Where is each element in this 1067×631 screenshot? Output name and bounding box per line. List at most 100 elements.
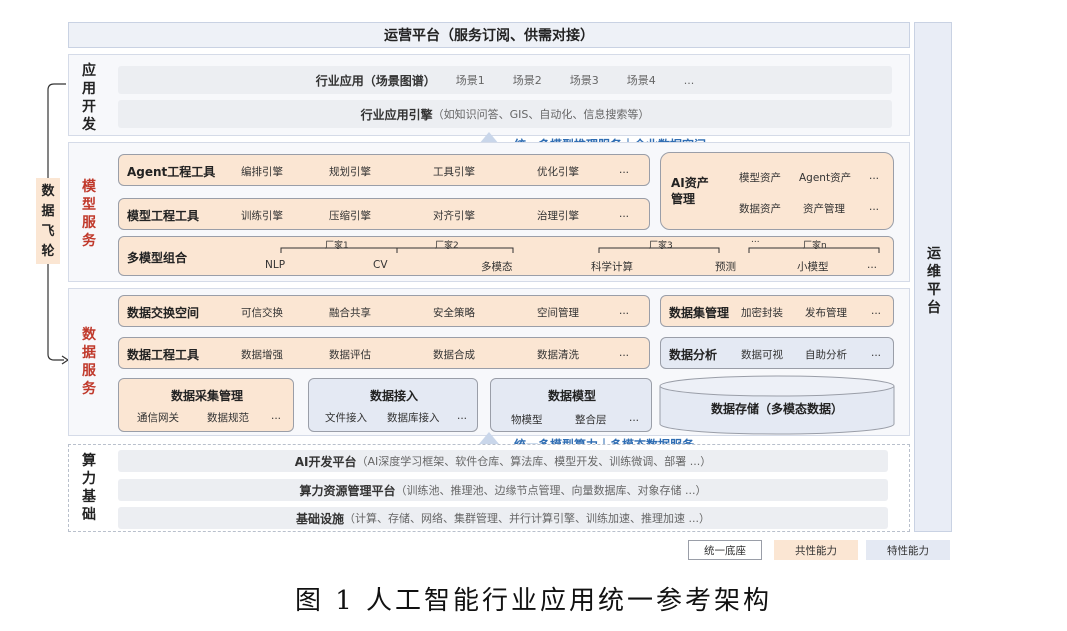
dmodel-title: 数据模型	[547, 389, 596, 403]
ai-dev-platform-desc: （AI深度学习框架、软件仓库、算法库、模型开发、训练微调、部署 ...）	[356, 455, 712, 468]
flywheel-char: 数	[41, 184, 55, 199]
scene-item: 场景4	[626, 74, 656, 87]
analysis-item: 数据可视	[741, 349, 783, 361]
asset-item: 数据资产	[739, 203, 781, 215]
dmodel-item: ...	[629, 412, 640, 424]
app-dev-char: 发	[82, 117, 96, 133]
ai-dev-platform-title: AI开发平台	[294, 454, 357, 469]
data-flywheel-label: 数 据 飞 轮	[36, 178, 60, 264]
app-dev-char: 应	[82, 63, 96, 79]
multi-model-combination: 多模型组合 厂家1 厂家2 厂家3 ... 厂家n NLP CV 多模态 科学计…	[118, 235, 894, 276]
asset-item: ...	[869, 201, 880, 213]
data-analysis: 数据分析 数据可视 自助分析 ...	[660, 337, 894, 369]
multi-item: 小模型	[797, 261, 829, 273]
figure-caption: 图 1 人工智能行业应用统一参考架构	[294, 586, 773, 616]
ai-asset-management: AI资产 管理 模型资产 Agent资产 ... 数据资产 资产管理 ...	[660, 152, 894, 230]
operation-platform-bar: 运营平台（服务订阅、供需对接）	[68, 22, 910, 48]
agent-item: 工具引擎	[433, 166, 475, 178]
scene-item: 场景3	[569, 74, 599, 87]
engineering-item: 数据清洗	[537, 349, 579, 361]
industry-engine-desc: （如知识问答、GIS、自动化、信息搜索等）	[432, 108, 650, 121]
dmodel-item: 物模型	[511, 414, 543, 426]
flywheel-char: 据	[41, 204, 55, 219]
infrastructure-desc: （计算、存储、网络、集群管理、并行计算引擎、训练加速、推理加速 ...）	[344, 512, 710, 525]
compute-resource-row: 算力资源管理平台 （训练池、推理池、边缘节点管理、向量数据库、对象存储 ...）	[118, 479, 888, 501]
app-dev-char: 用	[82, 81, 96, 97]
model-item: 压缩引擎	[329, 210, 371, 222]
access-item: ...	[457, 410, 468, 422]
access-title: 数据接入	[369, 389, 418, 403]
ai-asset-title-line: 管理	[671, 192, 696, 206]
collect-item: ...	[271, 410, 282, 422]
multi-item: NLP	[265, 259, 286, 271]
exchange-item: ...	[619, 305, 630, 317]
data-model: 数据模型 物模型 整合层 ...	[490, 378, 652, 432]
industry-engine-row: 行业应用引擎 （如知识问答、GIS、自动化、信息搜索等）	[118, 100, 892, 128]
legend-common-capability: 共性能力	[774, 540, 858, 560]
multi-item: 预测	[715, 261, 736, 273]
engineering-item: 数据增强	[241, 349, 283, 361]
vendor-label: 厂家n	[803, 241, 827, 251]
model-char: 服	[82, 215, 96, 231]
agent-item: 优化引擎	[537, 166, 579, 178]
engineering-item: 数据评估	[329, 349, 371, 361]
data-char: 务	[82, 381, 96, 397]
vendor-label: ...	[751, 235, 760, 245]
data-char: 服	[82, 363, 96, 379]
engineering-item: 数据合成	[433, 349, 475, 361]
multi-item: 多模态	[481, 261, 513, 273]
multi-item: ...	[867, 259, 878, 271]
flywheel-char: 飞	[41, 224, 55, 239]
model-item: 治理引擎	[537, 210, 579, 222]
model-tools-title: 模型工程工具	[127, 209, 200, 223]
exchange-item: 安全策略	[433, 307, 475, 319]
ops-char: 运	[927, 246, 941, 262]
ops-char: 维	[927, 264, 941, 280]
infrastructure-row: 基础设施 （计算、存储、网络、集群管理、并行计算引擎、训练加速、推理加速 ...…	[118, 507, 888, 529]
access-item: 文件接入	[325, 412, 367, 424]
exchange-item: 可信交换	[241, 307, 283, 319]
collect-item: 通信网关	[137, 412, 179, 424]
analysis-title: 数据分析	[669, 348, 718, 362]
ai-asset-title: AI资产 管理	[671, 175, 709, 207]
ops-platform-bar: 运 维 平 台	[914, 22, 952, 532]
asset-item: 资产管理	[803, 203, 845, 215]
scene-item: 场景1	[455, 74, 485, 87]
compute-char: 算	[82, 453, 96, 469]
legend-label: 统一底座	[704, 544, 746, 557]
ops-platform-label: 运 维 平 台	[915, 245, 953, 317]
engineering-item: ...	[619, 347, 630, 359]
agent-item: 规划引擎	[329, 166, 371, 178]
legend-label: 特性能力	[887, 544, 929, 557]
compute-char: 力	[82, 471, 96, 487]
data-char: 数	[82, 327, 96, 343]
collect-title: 数据采集管理	[170, 389, 243, 403]
dataset-item: 发布管理	[805, 307, 847, 319]
operation-platform-title: 运营平台（服务订阅、供需对接）	[384, 28, 594, 44]
legend-specific-capability: 特性能力	[866, 540, 950, 560]
data-storage-label: 数据存储（多模态数据）	[710, 401, 843, 416]
exchange-item: 空间管理	[537, 307, 579, 319]
app-dev-char: 开	[82, 99, 96, 115]
dataset-item: 加密封装	[741, 307, 783, 319]
scene-item: ...	[683, 73, 695, 87]
multi-item: 科学计算	[591, 261, 633, 273]
model-char: 模	[82, 179, 96, 195]
ops-char: 平	[927, 282, 941, 298]
legend-label: 共性能力	[795, 544, 837, 557]
data-service-label: 数 据 服 务	[76, 326, 102, 398]
data-exchange-space: 数据交换空间 可信交换 融合共享 安全策略 空间管理 ...	[118, 295, 650, 327]
agent-engineering-tools: Agent工程工具 编排引擎 规划引擎 工具引擎 优化引擎 ...	[118, 154, 650, 186]
vendor-label: 厂家3	[649, 241, 673, 251]
vendor-label: 厂家2	[435, 241, 459, 251]
flywheel-char: 轮	[41, 244, 55, 259]
industry-app-title: 行业应用（场景图谱）	[315, 73, 436, 88]
agent-tools-title: Agent工程工具	[127, 165, 216, 179]
ops-char: 台	[927, 300, 941, 316]
ai-dev-platform-row: AI开发平台 （AI深度学习框架、软件仓库、算法库、模型开发、训练微调、部署 .…	[118, 450, 888, 472]
scene-item: 场景2	[512, 74, 542, 87]
industry-app-row: 行业应用（场景图谱） 场景1 场景2 场景3 场景4 ...	[118, 66, 892, 94]
model-item: 对齐引擎	[433, 210, 475, 222]
dmodel-item: 整合层	[575, 414, 607, 426]
vendor-label: 厂家1	[325, 241, 349, 251]
